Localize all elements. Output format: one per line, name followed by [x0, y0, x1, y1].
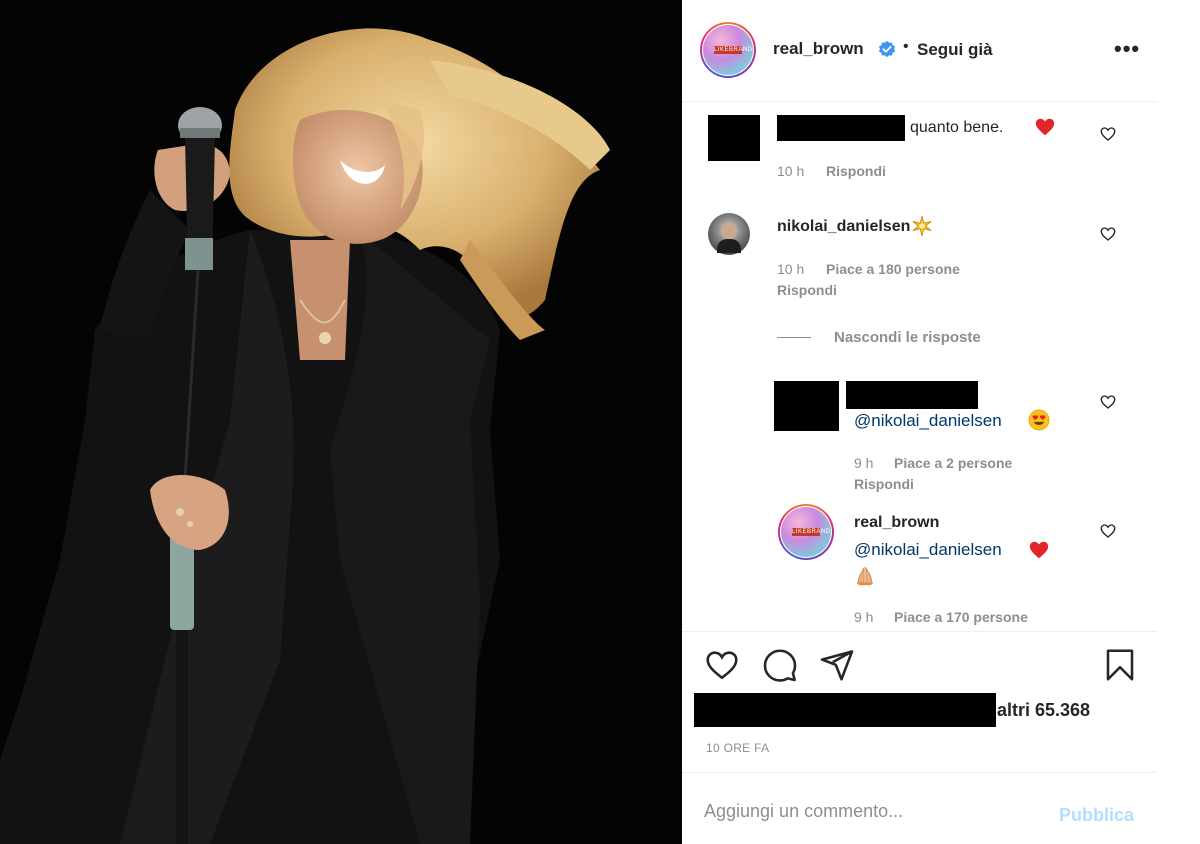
author-avatar[interactable]: LIKEBRAND: [700, 22, 756, 78]
verified-badge-icon: [878, 40, 896, 58]
red-heart-emoji-icon: [1029, 541, 1049, 559]
paper-plane-icon[interactable]: [819, 647, 855, 683]
comment-likes-count[interactable]: Piace a 180 persone: [826, 261, 960, 277]
folded-hands-emoji-icon: [857, 566, 873, 586]
reply-time: 9 h: [854, 455, 874, 471]
avatar-badge: LIKEBRAND: [792, 528, 831, 536]
comment-like-icon[interactable]: [1099, 125, 1117, 143]
post-side-panel: LIKEBRAND real_brown • Segui già ••• qua…: [682, 0, 1200, 844]
following-button[interactable]: Segui già: [917, 40, 993, 60]
publish-button[interactable]: Pubblica: [1059, 805, 1134, 826]
comment-text: quanto bene.: [910, 119, 1004, 136]
reply-button[interactable]: Rispondi: [854, 476, 914, 492]
comment-time: 10 h: [777, 261, 805, 277]
reply-author-avatar[interactable]: LIKEBRAND: [778, 504, 834, 560]
post-image-singer: [0, 0, 682, 844]
hide-replies-line: [777, 337, 811, 338]
more-options-icon[interactable]: •••: [1114, 36, 1140, 62]
redacted-username: [777, 115, 905, 141]
hide-replies-label[interactable]: Nascondi le risposte: [834, 329, 981, 346]
sparkle-emoji-icon: [912, 215, 932, 237]
redacted-username: [846, 381, 978, 409]
reply-time: 9 h: [854, 609, 874, 625]
likes-count[interactable]: altri 65.368: [997, 700, 1090, 721]
reply-author-username[interactable]: real_brown: [854, 514, 939, 532]
header-separator: •: [903, 38, 909, 55]
add-comment-input[interactable]: [704, 801, 1034, 822]
comment-like-icon[interactable]: [1099, 225, 1117, 243]
post-timestamp[interactable]: 10 ORE FA: [706, 741, 769, 755]
heart-icon[interactable]: [704, 647, 740, 683]
comment-time: 10 h: [777, 163, 805, 179]
add-comment-bar: Pubblica: [682, 772, 1157, 844]
heart-eyes-emoji-icon: [1028, 409, 1050, 431]
author-username[interactable]: real_brown: [773, 39, 864, 59]
comment-icon[interactable]: [762, 647, 798, 683]
avatar-badge: LIKEBRAND: [714, 46, 753, 54]
comment-like-icon[interactable]: [1099, 393, 1117, 411]
redacted-avatar: [708, 115, 760, 161]
redacted-likers: [694, 693, 996, 727]
comments-list[interactable]: quanto bene. 10 h Rispondi nikolai_danie…: [682, 103, 1157, 631]
commenter-avatar[interactable]: [708, 213, 750, 255]
reply-mention[interactable]: @nikolai_danielsen: [854, 411, 1002, 431]
reply-button[interactable]: Rispondi: [777, 282, 837, 298]
post-header: LIKEBRAND real_brown • Segui già •••: [682, 0, 1157, 102]
reply-likes-count[interactable]: Piace a 170 persone: [894, 609, 1028, 625]
reply-button[interactable]: Rispondi: [826, 163, 886, 179]
redacted-avatar: [774, 381, 839, 431]
reply-mention[interactable]: @nikolai_danielsen: [854, 540, 1002, 560]
post-photo[interactable]: [0, 0, 682, 844]
commenter-username[interactable]: nikolai_danielsen: [777, 218, 910, 236]
bookmark-icon[interactable]: [1102, 647, 1138, 683]
reply-likes-count[interactable]: Piace a 2 persone: [894, 455, 1012, 471]
comment-like-icon[interactable]: [1099, 522, 1117, 540]
red-heart-emoji-icon: [1035, 118, 1055, 136]
